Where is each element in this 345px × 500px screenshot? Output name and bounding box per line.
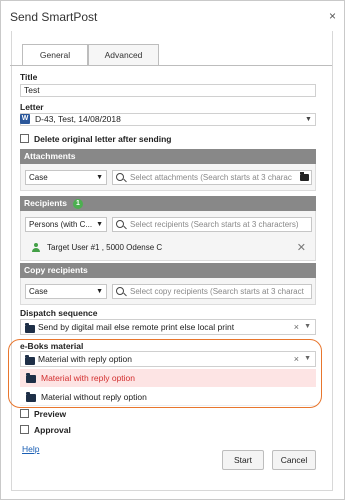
recipients-header: Recipients 1	[20, 196, 316, 211]
copy-recipients-type-select[interactable]: Case ▼	[25, 284, 107, 299]
clear-icon[interactable]: ×	[294, 320, 299, 334]
letter-label: Letter	[20, 102, 44, 112]
copy-recipients-heading: Copy recipients	[24, 265, 88, 275]
tab-general[interactable]: General	[22, 44, 88, 66]
tab-advanced[interactable]: Advanced	[88, 44, 159, 66]
eboks-option-without-reply[interactable]: Material without reply option	[20, 388, 316, 406]
search-icon	[116, 173, 124, 181]
recipients-search-input[interactable]: Select recipients (Search starts at 3 ch…	[112, 217, 312, 232]
attachments-search-input[interactable]: Select attachments (Search starts at 3 c…	[112, 170, 312, 185]
delete-original-label: Delete original letter after sending	[34, 134, 172, 144]
attachments-heading: Attachments	[24, 151, 76, 161]
attachments-search-placeholder: Select attachments (Search starts at 3 c…	[130, 173, 292, 182]
chevron-down-icon[interactable]: ▼	[305, 116, 312, 123]
person-icon	[32, 243, 40, 253]
delete-original-checkbox[interactable]	[20, 134, 29, 143]
copy-recipients-type-value: Case	[29, 287, 48, 296]
start-button[interactable]: Start	[222, 450, 264, 470]
clear-icon[interactable]: ×	[294, 352, 299, 366]
recipients-heading: Recipients	[24, 198, 67, 208]
chevron-down-icon[interactable]: ▼	[304, 320, 311, 334]
title-input[interactable]: Test	[20, 84, 316, 97]
eboks-material-value: Material with reply option	[38, 354, 133, 364]
eboks-material-label: e-Boks material	[20, 341, 84, 351]
eboks-option-label: Material without reply option	[41, 392, 147, 402]
dispatch-sequence-label: Dispatch sequence	[20, 308, 98, 318]
recipient-label: Target User #1 , 5000 Odense C	[47, 243, 163, 252]
approval-label: Approval	[34, 425, 71, 435]
search-icon	[116, 220, 124, 228]
attachments-type-value: Case	[29, 173, 48, 182]
dialog-title: Send SmartPost	[10, 10, 98, 24]
dialog-titlebar: Send SmartPost ×	[1, 1, 344, 31]
chevron-down-icon: ▼	[96, 221, 103, 228]
cancel-button[interactable]: Cancel	[272, 450, 316, 470]
folder-icon	[26, 373, 36, 383]
dialog-content	[11, 31, 333, 491]
eboks-option-label: Material with reply option	[41, 373, 136, 383]
tab-divider	[10, 65, 332, 66]
attachments-type-select[interactable]: Case ▼	[25, 170, 107, 185]
copy-recipients-search-placeholder: Select copy recipients (Search starts at…	[130, 287, 304, 296]
folder-icon	[25, 323, 35, 333]
close-icon[interactable]: ×	[329, 10, 336, 22]
preview-label: Preview	[34, 409, 67, 419]
dispatch-sequence-value: Send by digital mail else remote print e…	[38, 322, 235, 332]
copy-recipients-header: Copy recipients	[20, 263, 316, 278]
folder-icon	[25, 355, 35, 365]
remove-recipient-icon[interactable]: ✕	[297, 240, 306, 256]
search-icon	[116, 287, 124, 295]
chevron-down-icon: ▼	[96, 288, 103, 295]
attachments-header: Attachments	[20, 149, 316, 164]
title-label: Title	[20, 72, 38, 82]
chevron-down-icon: ▼	[96, 174, 103, 181]
dispatch-sequence-select[interactable]: Send by digital mail else remote print e…	[20, 319, 316, 335]
recipients-type-select[interactable]: Persons (with C... ▼	[25, 217, 107, 232]
approval-checkbox[interactable]	[20, 425, 29, 434]
chevron-down-icon[interactable]: ▼	[304, 352, 311, 366]
eboks-option-with-reply[interactable]: Material with reply option	[20, 369, 316, 387]
recipients-search-placeholder: Select recipients (Search starts at 3 ch…	[130, 220, 299, 229]
recipients-type-value: Persons (with C...	[29, 220, 93, 229]
letter-select[interactable]: D-43, Test, 14/08/2018	[20, 113, 316, 126]
recipients-count-badge: 1	[73, 199, 83, 209]
word-doc-icon: W	[20, 114, 30, 124]
copy-recipients-search-input[interactable]: Select copy recipients (Search starts at…	[112, 284, 312, 299]
folder-icon	[26, 392, 36, 402]
letter-value: D-43, Test, 14/08/2018	[35, 114, 121, 124]
recipient-item: Target User #1 , 5000 Odense C ✕	[24, 240, 312, 256]
folder-icon[interactable]	[300, 172, 309, 181]
eboks-material-select[interactable]: Material with reply option × ▼	[20, 351, 316, 367]
preview-checkbox[interactable]	[20, 409, 29, 418]
help-link[interactable]: Help	[22, 444, 39, 454]
